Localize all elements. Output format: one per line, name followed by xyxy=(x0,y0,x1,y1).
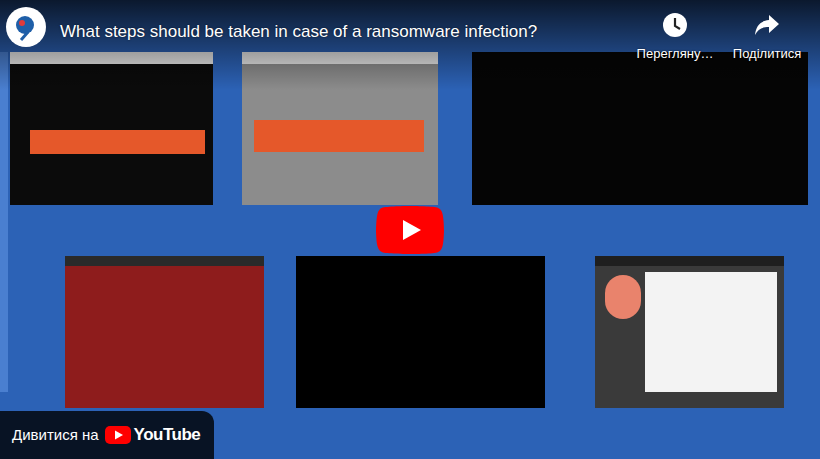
watch-on-label: Дивитися на xyxy=(12,424,99,447)
top-gradient xyxy=(0,0,820,90)
video-title[interactable]: What steps should be taken in case of a … xyxy=(60,22,632,42)
action-label: Поділитися xyxy=(733,46,801,62)
clock-icon xyxy=(657,7,693,43)
youtube-logo: YouTube xyxy=(105,422,201,448)
channel-logo-icon[interactable] xyxy=(6,7,46,47)
frame-shape xyxy=(296,256,545,408)
frame-shape xyxy=(605,275,641,319)
share-icon xyxy=(749,7,785,43)
top-bar: What steps should be taken in case of a … xyxy=(0,0,820,62)
actions: Перегляну… Поділитися xyxy=(632,7,810,62)
youtube-play-icon xyxy=(105,426,131,445)
action-label: Перегляну… xyxy=(637,46,714,62)
frame-shape xyxy=(30,130,205,154)
frame-shape xyxy=(645,272,777,392)
frame-shape xyxy=(254,120,424,152)
watch-later-button[interactable]: Перегляну… xyxy=(632,7,718,62)
play-button-icon[interactable] xyxy=(376,206,444,254)
share-button[interactable]: Поділитися xyxy=(724,7,810,62)
frame-shape xyxy=(0,52,8,392)
watch-on-youtube-button[interactable]: Дивитися на YouTube xyxy=(0,411,214,459)
youtube-brand: YouTube xyxy=(134,422,201,448)
frame-shape xyxy=(65,256,264,408)
